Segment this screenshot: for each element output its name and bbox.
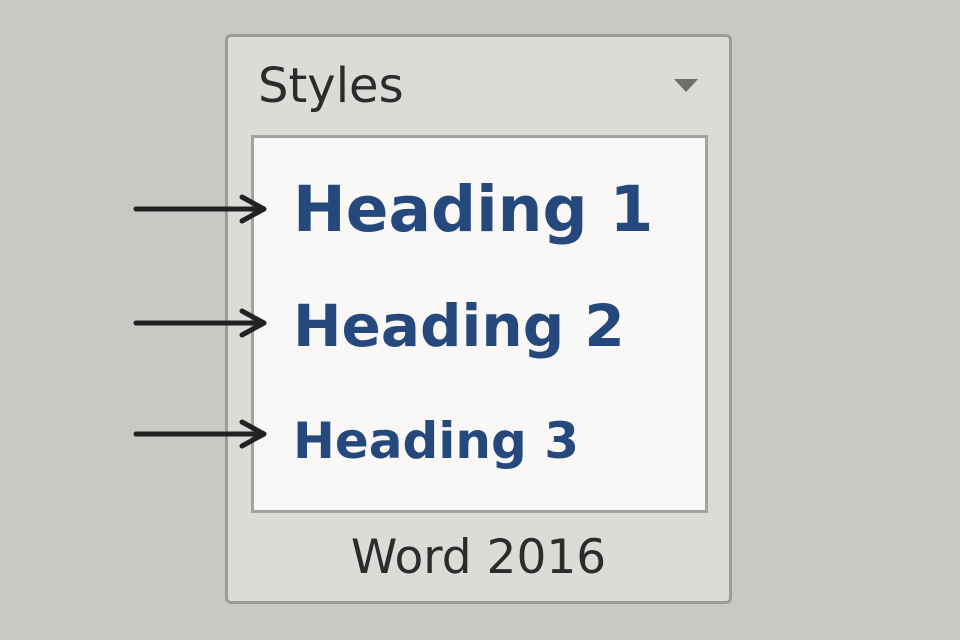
chevron-down-icon	[674, 79, 698, 92]
style-heading-3[interactable]: Heading 3	[293, 416, 579, 466]
styles-dropdown-button[interactable]	[670, 73, 702, 101]
style-gallery: Heading 1 Heading 2 Heading 3	[251, 135, 708, 513]
style-heading-2[interactable]: Heading 2	[293, 297, 625, 355]
styles-panel-title: Styles	[258, 58, 404, 114]
arrow-right-icon	[133, 419, 267, 449]
arrow-right-icon	[133, 194, 267, 224]
styles-panel: Styles Heading 1 Heading 2 Heading 3 Wor…	[225, 34, 732, 604]
word-version-label: Word 2016	[350, 530, 607, 585]
arrow-right-icon	[133, 308, 267, 338]
style-heading-1[interactable]: Heading 1	[293, 178, 653, 241]
